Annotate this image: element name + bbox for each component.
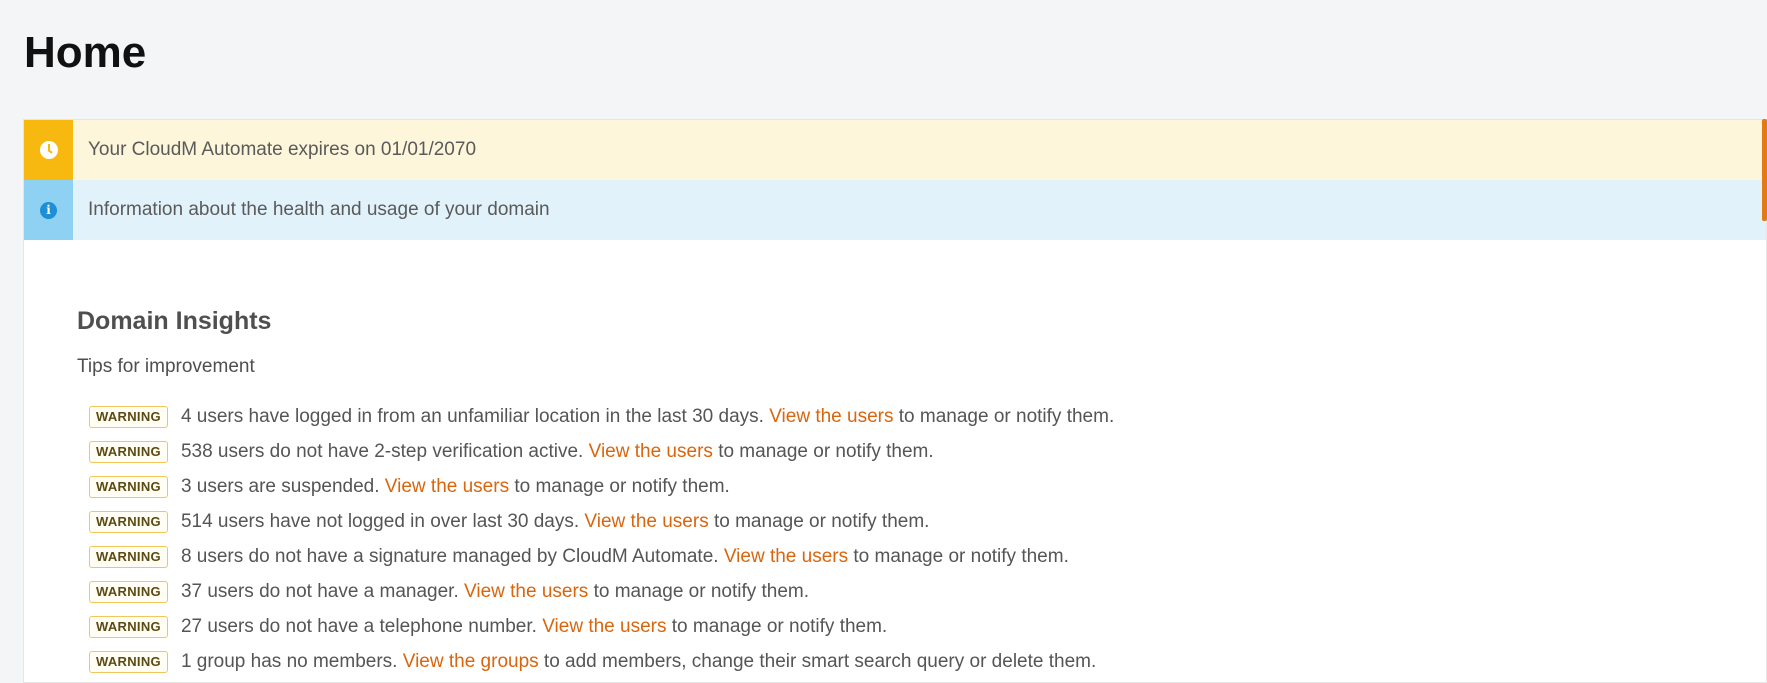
tip-text: 27 users do not have a telephone number. [180, 615, 537, 637]
view-users-link[interactable]: View the users [542, 616, 666, 638]
warning-badge: WARNING [89, 545, 168, 568]
info-icon: i [40, 201, 57, 219]
alert-icon-cell [24, 120, 73, 180]
clock-icon [39, 141, 58, 159]
tip-suffix: to manage or notify them. [898, 405, 1115, 427]
warning-badge: WARNING [89, 580, 168, 603]
view-users-link[interactable]: View the users [769, 406, 893, 428]
tip-item: WARNING 27 users do not have a telephone… [89, 609, 1114, 644]
tip-text: 514 users have not logged in over last 3… [180, 510, 580, 532]
tips-subtitle: Tips for improvement [77, 356, 255, 377]
page-title: Home [24, 28, 147, 77]
license-expiry-alert: Your CloudM Automate expires on 01/01/20… [24, 120, 1766, 180]
tip-text: 8 users do not have a signature managed … [180, 545, 719, 567]
tip-suffix: to manage or notify them. [718, 440, 934, 462]
warning-badge: WARNING [89, 440, 168, 463]
tip-suffix: to manage or notify them. [853, 545, 1069, 567]
tip-suffix: to manage or notify them. [514, 475, 730, 497]
warning-badge: WARNING [89, 510, 168, 533]
domain-health-panel: Your CloudM Automate expires on 01/01/20… [23, 119, 1767, 683]
warning-badge: WARNING [89, 615, 168, 638]
tip-text: 37 users do not have a manager. [180, 580, 459, 602]
warning-badge: WARNING [89, 405, 168, 428]
warning-badge: WARNING [89, 650, 168, 673]
tip-suffix: to manage or notify them. [671, 615, 888, 637]
tip-item: WARNING 514 users have not logged in ove… [89, 504, 1114, 539]
tip-item: WARNING 3 users are suspended. View the … [89, 469, 1114, 504]
domain-insights-title: Domain Insights [77, 307, 272, 335]
tip-text: 538 users do not have 2-step verificatio… [180, 440, 584, 462]
tip-suffix: to manage or notify them. [593, 580, 810, 602]
tip-text: 3 users are suspended. [180, 475, 380, 497]
view-users-link[interactable]: View the users [584, 511, 708, 533]
tip-suffix: to add members, change their smart searc… [543, 650, 1097, 672]
domain-info-text: Information about the health and usage o… [88, 199, 550, 220]
tips-list: WARNING 4 users have logged in from an u… [89, 399, 1114, 679]
license-expiry-text: Your CloudM Automate expires on 01/01/20… [88, 139, 477, 160]
scrollbar-thumb[interactable] [1762, 119, 1767, 221]
view-users-link[interactable]: View the users [589, 441, 713, 463]
tip-item: WARNING 538 users do not have 2-step ver… [89, 434, 1114, 469]
view-users-link[interactable]: View the users [724, 546, 848, 568]
view-users-link[interactable]: View the users [385, 476, 509, 498]
domain-info-alert: i Information about the health and usage… [24, 180, 1766, 240]
tip-item: WARNING 37 users do not have a manager. … [89, 574, 1114, 609]
tip-text: 4 users have logged in from an unfamilia… [180, 405, 764, 427]
alert-icon-cell: i [24, 180, 73, 240]
tip-suffix: to manage or notify them. [713, 510, 930, 532]
tip-item: WARNING 1 group has no members. View the… [89, 644, 1114, 679]
tip-text: 1 group has no members. [180, 650, 398, 672]
warning-badge: WARNING [89, 475, 168, 498]
tip-item: WARNING 8 users do not have a signature … [89, 539, 1114, 574]
view-users-link[interactable]: View the users [464, 581, 588, 603]
tip-item: WARNING 4 users have logged in from an u… [89, 399, 1114, 434]
view-groups-link[interactable]: View the groups [403, 651, 539, 673]
